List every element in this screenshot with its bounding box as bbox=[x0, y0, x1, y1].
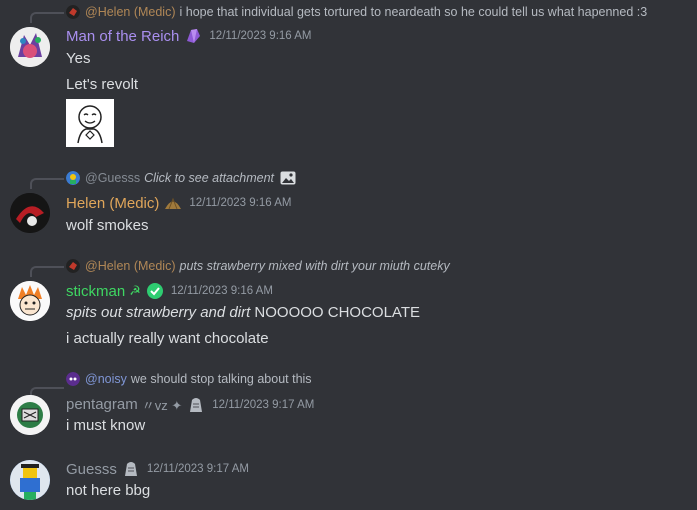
reply-text[interactable]: Click to see attachment bbox=[144, 171, 274, 185]
message-text: wolf smokes bbox=[66, 217, 149, 234]
reply-spine bbox=[30, 12, 64, 23]
timestamp: 12/11/2023 9:17 AM bbox=[146, 463, 249, 475]
reply-avatar-icon bbox=[66, 259, 80, 273]
reply-text[interactable]: i hope that individual gets tortured to … bbox=[180, 5, 648, 19]
timestamp: 12/11/2023 9:17 AM bbox=[212, 398, 315, 411]
avatar-image bbox=[10, 395, 50, 435]
avatar[interactable] bbox=[10, 193, 50, 233]
avatar[interactable] bbox=[10, 395, 50, 435]
author-decoration: 〃vz ✦ bbox=[141, 398, 183, 413]
message-text: Let's revolt bbox=[66, 76, 139, 93]
reply-author[interactable]: @Helen (Medic) bbox=[85, 259, 176, 273]
author-name[interactable]: Man of the Reich bbox=[66, 28, 179, 45]
reply-text[interactable]: we should stop talking about this bbox=[131, 372, 312, 386]
shell-badge-icon bbox=[165, 197, 182, 210]
image-icon[interactable] bbox=[280, 171, 296, 185]
avatar-image bbox=[10, 193, 50, 233]
reply-avatar-icon bbox=[66, 171, 80, 185]
timestamp: 12/11/2023 9:16 AM bbox=[170, 285, 273, 297]
reply-text[interactable]: puts strawberry mixed with dirt your miu… bbox=[180, 259, 450, 273]
avatar[interactable] bbox=[10, 460, 50, 500]
grey-badge-icon bbox=[190, 397, 203, 412]
reply-avatar-icon bbox=[66, 5, 80, 19]
reply-preview[interactable]: @Helen (Medic) puts strawberry mixed wit… bbox=[66, 258, 450, 274]
message-text-rest: NOOOOO CHOCOLATE bbox=[250, 304, 420, 321]
avatar-image bbox=[10, 281, 50, 321]
reply-author[interactable]: @Guesss bbox=[85, 171, 140, 185]
italic-text: spits out strawberry and dirt bbox=[66, 304, 251, 321]
avatar[interactable] bbox=[10, 281, 50, 321]
author-name[interactable]: Guesss bbox=[66, 461, 117, 478]
reply-author[interactable]: @noisy bbox=[85, 372, 127, 386]
timestamp: 12/11/2023 9:16 AM bbox=[209, 30, 312, 42]
message-text: not here bbg bbox=[66, 482, 151, 499]
message-text: spits out strawberry and dirt NOOOOO CHO… bbox=[66, 304, 420, 321]
reply-spine bbox=[30, 178, 64, 189]
emote-image[interactable] bbox=[66, 99, 114, 147]
reply-preview[interactable]: @noisy we should stop talking about this bbox=[66, 371, 312, 387]
message-text: i must know bbox=[66, 417, 146, 434]
timestamp: 12/11/2023 9:16 AM bbox=[189, 197, 292, 209]
author-name[interactable]: Helen (Medic) bbox=[66, 195, 159, 212]
grey-badge-icon bbox=[124, 462, 137, 476]
smug-emote-icon bbox=[77, 105, 103, 144]
reply-avatar-icon bbox=[66, 372, 80, 386]
author-name[interactable]: pentagram bbox=[66, 396, 138, 413]
avatar-image bbox=[10, 27, 50, 67]
author-decoration: ☭ bbox=[129, 283, 141, 298]
avatar[interactable] bbox=[10, 27, 50, 67]
reply-author[interactable]: @Helen (Medic) bbox=[85, 5, 176, 19]
message-text: i actually really want chocolate bbox=[66, 330, 269, 347]
amethyst-badge-icon bbox=[187, 29, 201, 43]
author-name[interactable]: stickman bbox=[66, 283, 125, 300]
avatar-image bbox=[10, 460, 50, 500]
reply-preview[interactable]: @Helen (Medic) i hope that individual ge… bbox=[66, 4, 647, 20]
green-badge-icon bbox=[146, 283, 163, 299]
reply-preview[interactable]: @Guesss Click to see attachment bbox=[66, 170, 296, 186]
reply-spine bbox=[30, 266, 64, 277]
message-text: Yes bbox=[66, 50, 91, 67]
